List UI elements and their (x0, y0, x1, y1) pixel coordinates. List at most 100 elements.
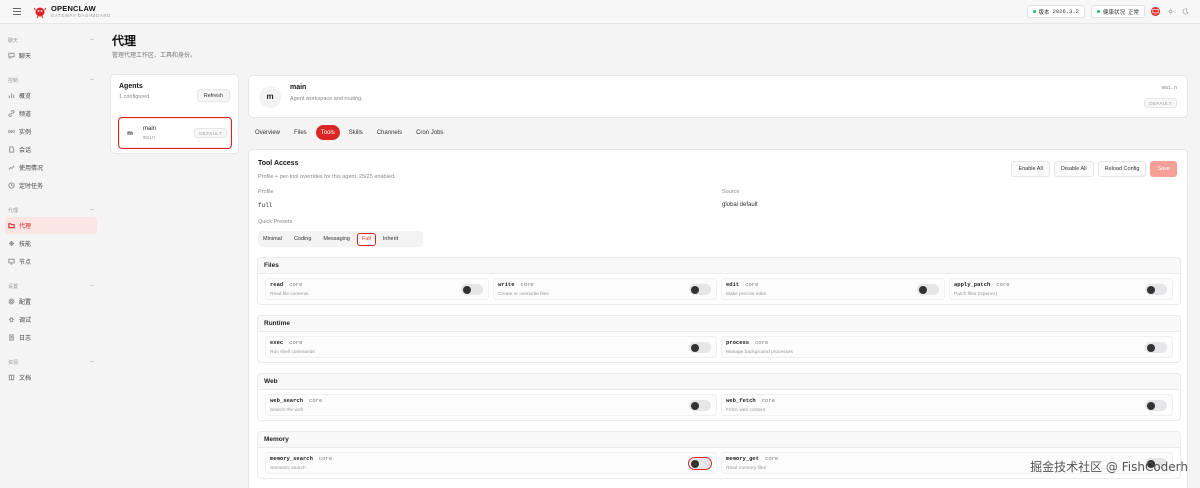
nav-group-header[interactable]: 资源 − (5, 356, 97, 368)
status-dot-icon (1032, 10, 1036, 13)
tool-toggle[interactable] (1145, 284, 1167, 295)
sidebar-item-label: 节点 (19, 260, 32, 266)
brand-subtitle: GATEWAY DASHBOARD (51, 12, 111, 18)
version-value: 2026.3.2 (1052, 8, 1079, 15)
tool-name: apply_patch (954, 281, 991, 288)
bug-icon (8, 317, 15, 323)
tool-section-runtime: Runtime exec core Run shell commands proc… (257, 315, 1181, 363)
sidebar-item-instances[interactable]: 实例 (5, 123, 97, 140)
nav-group-header[interactable]: 设置 − (5, 280, 97, 292)
menu-icon[interactable] (10, 5, 24, 19)
sidebar-item-logs[interactable]: 日志 (5, 329, 97, 346)
sidebar-item-label: 定时任务 (19, 184, 44, 190)
version-pill: 版本 2026.3.2 (1026, 5, 1085, 18)
monitor-icon (1152, 8, 1159, 15)
reload-config-button[interactable]: Reload Config (1097, 161, 1147, 177)
tab-cron-jobs[interactable]: Cron Jobs (411, 125, 448, 140)
sidebar-item-overview[interactable]: 概览 (5, 87, 97, 104)
tool-item-exec: exec core Run shell commands (265, 336, 717, 358)
sidebar-item-cron[interactable]: 定时任务 (5, 177, 97, 194)
nav-group-title: 控制 (8, 77, 19, 84)
tool-item-edit: edit core Make precise edits (721, 278, 945, 300)
preset-minimal[interactable]: Minimal (258, 233, 287, 246)
theme-light-button[interactable] (1166, 7, 1175, 16)
enable-all-button[interactable]: Enable All (1011, 161, 1050, 177)
disable-all-button[interactable]: Disable All (1053, 161, 1094, 177)
section-title: Runtime (258, 316, 1180, 332)
tool-toggle[interactable] (689, 458, 711, 469)
tool-description: Search the web (270, 408, 304, 413)
tool-description: Run shell commands (270, 350, 315, 355)
theme-system-button[interactable] (1151, 7, 1160, 16)
tool-toggle[interactable] (1145, 342, 1167, 353)
preset-full[interactable]: Full (357, 232, 376, 246)
preset-inherit[interactable]: Inherit (378, 233, 403, 246)
sidebar-item-label: 日志 (19, 336, 32, 342)
log-icon (9, 334, 14, 341)
version-label: 版本 (1038, 9, 1050, 16)
tool-toggle[interactable] (917, 284, 939, 295)
tool-section-web: Web web_search core Search the web web_fe… (257, 373, 1181, 421)
tab-channels[interactable]: Channels (372, 125, 407, 140)
sidebar-item-nodes[interactable]: 节点 (5, 253, 97, 270)
nav-group-header[interactable]: 代理 − (5, 204, 97, 216)
tool-name: edit (726, 281, 740, 288)
health-label: 健康状况 (1102, 9, 1125, 16)
sidebar-item-label: 技能 (19, 242, 32, 248)
sidebar-item-sessions[interactable]: 会话 (5, 141, 97, 158)
sidebar-item-agents[interactable]: 代理 (5, 217, 97, 234)
tool-toggle[interactable] (461, 284, 483, 295)
nav-group-title: 资源 (8, 359, 19, 366)
tool-description: Read file contents (270, 292, 309, 297)
tool-item-memory-search: memory_search core Semantic search (265, 452, 717, 474)
tool-toggle[interactable] (689, 400, 711, 411)
nav-group-chat: 聊天 − 聊天 (5, 34, 97, 64)
agent-list-item[interactable]: m main main DEFAULT (118, 117, 232, 149)
tool-toggle[interactable] (689, 284, 711, 295)
presets-label: Quick Presets (258, 219, 293, 225)
tool-name: memory_get (726, 455, 760, 462)
nav-group-title: 设置 (8, 283, 19, 290)
logo-icon (34, 7, 46, 18)
sidebar-item-config[interactable]: 配置 (5, 293, 97, 310)
nav-group-title: 聊天 (8, 37, 19, 44)
tab-tools[interactable]: Tools (315, 125, 340, 140)
topbar: OPENCLAW GATEWAY DASHBOARD 版本 2026.3.2 健… (0, 0, 1200, 24)
tab-files[interactable]: Files (289, 125, 312, 140)
sidebar-item-skills[interactable]: 技能 (5, 235, 97, 252)
nav-group-header[interactable]: 聊天 − (5, 34, 97, 46)
agent-id: main (143, 134, 156, 141)
tool-item-read: read core Read file contents (265, 278, 489, 300)
theme-dark-button[interactable] (1181, 7, 1190, 16)
sidebar-item-usage[interactable]: 使用情况 (5, 159, 97, 176)
refresh-button[interactable]: Refresh (196, 89, 230, 102)
agent-name: main (143, 125, 157, 132)
tool-tag: core (289, 339, 303, 346)
page-subtitle: 管理代理工作区、工具和身份。 (112, 53, 197, 59)
sidebar-item-channels[interactable]: 频道 (5, 105, 97, 122)
gear-icon (8, 298, 15, 305)
nav-group-header[interactable]: 控制 − (5, 74, 97, 86)
preset-group: Minimal Coding Messaging Full Inherit (258, 231, 403, 247)
tab-skills[interactable]: Skills (344, 125, 368, 140)
preset-coding[interactable]: Coding (289, 233, 316, 246)
tool-toggle[interactable] (1145, 400, 1167, 411)
tool-toggle[interactable] (689, 342, 711, 353)
save-button[interactable]: Save (1150, 161, 1177, 177)
collapse-icon: − (89, 36, 94, 44)
sidebar-item-docs[interactable]: 文档 (5, 369, 97, 386)
sidebar-item-label: 会话 (19, 148, 32, 154)
clock-icon (8, 182, 15, 189)
sidebar-item-label: 配置 (19, 300, 32, 306)
sidebar-item-label: 概览 (19, 94, 32, 100)
sidebar-item-chat[interactable]: 聊天 (5, 47, 97, 64)
tab-overview[interactable]: Overview (250, 125, 285, 140)
sidebar-item-label: 代理 (19, 224, 32, 230)
sidebar-item-debug[interactable]: 调试 (5, 311, 97, 328)
agent-avatar: m (259, 85, 281, 108)
agent-description: Agent workspace and routing. (290, 95, 363, 102)
preset-messaging[interactable]: Messaging (318, 233, 355, 246)
sidebar-item-label: 调试 (19, 318, 32, 324)
collapse-icon: − (89, 358, 94, 366)
tool-tag: core (996, 281, 1010, 288)
